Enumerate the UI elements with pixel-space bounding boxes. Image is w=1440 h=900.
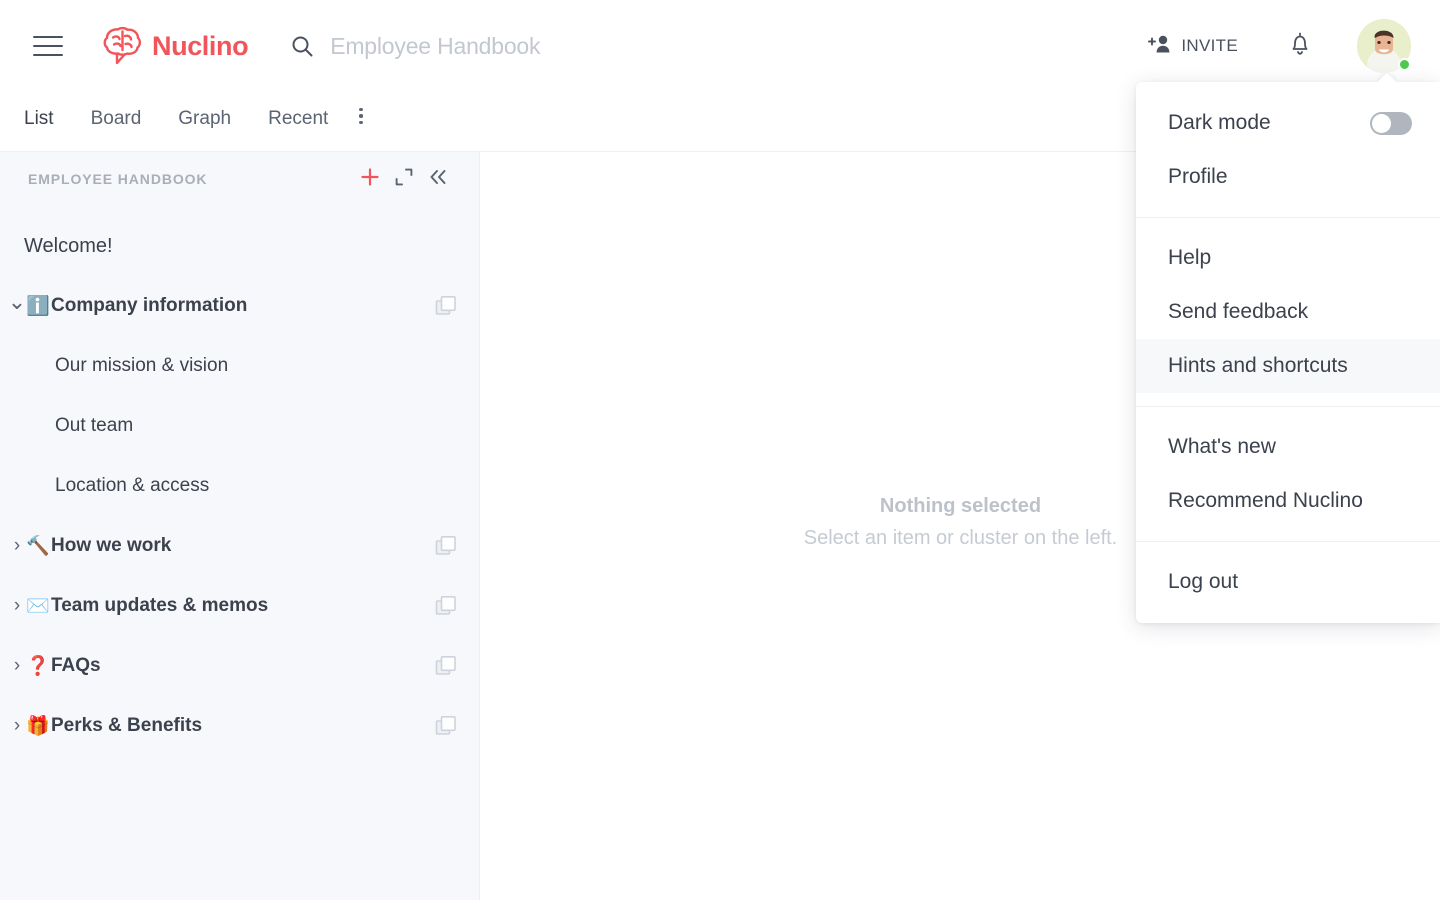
- status-badge-online: [1398, 58, 1411, 71]
- sidebar-tree: Welcome! ⌄ ℹ️ Company information Our missio…: [0, 206, 479, 756]
- expand-button[interactable]: [387, 162, 421, 196]
- sidebar: EMPLOYEE HANDBOOK Welcome! ⌄ ℹ️ Company …: [0, 152, 480, 900]
- tab-recent[interactable]: Recent: [268, 92, 328, 130]
- menu-caret: [1377, 73, 1397, 83]
- sidebar-header: EMPLOYEE HANDBOOK: [0, 152, 479, 206]
- row-emoji-icon: 🔨: [26, 534, 50, 557]
- search-icon: [290, 34, 314, 58]
- cluster-stack-icon[interactable]: [435, 595, 457, 617]
- sidebar-item-label: Company information: [51, 295, 248, 316]
- row-emoji-icon: ❓: [26, 654, 50, 677]
- cluster-stack-icon[interactable]: [435, 295, 457, 317]
- menu-item-label: Dark mode: [1168, 111, 1271, 134]
- invite-label: INVITE: [1181, 36, 1238, 55]
- chevrons-left-icon: [427, 167, 449, 192]
- menu-item-recommend-nuclino[interactable]: Recommend Nuclino: [1136, 474, 1440, 528]
- menu-divider: [1136, 541, 1440, 542]
- menu-item-whats-new[interactable]: What's new: [1136, 420, 1440, 474]
- menu-divider: [1136, 217, 1440, 218]
- sidebar-item-row[interactable]: Welcome!: [0, 216, 479, 276]
- sidebar-item-label: FAQs: [51, 655, 101, 676]
- search-input[interactable]: Employee Handbook: [290, 32, 541, 60]
- tab-label: Board: [90, 108, 142, 129]
- row-emoji-icon: 🎁: [26, 714, 50, 737]
- chevron-right-icon[interactable]: ›: [8, 595, 26, 617]
- menu-item-label: Help: [1168, 246, 1212, 269]
- menu-item-help[interactable]: Help: [1136, 231, 1440, 285]
- add-item-button[interactable]: [353, 162, 387, 196]
- invite-button[interactable]: INVITE: [1148, 33, 1238, 60]
- sidebar-title: EMPLOYEE HANDBOOK: [28, 171, 208, 187]
- cluster-stack-icon[interactable]: [435, 535, 457, 557]
- sidebar-item-label: Welcome!: [24, 234, 113, 257]
- chevron-right-icon[interactable]: ›: [8, 535, 26, 557]
- menu-item-hints-and-shortcuts[interactable]: Hints and shortcuts: [1136, 339, 1440, 393]
- menu-item-label: Recommend Nuclino: [1168, 489, 1363, 512]
- cluster-stack-icon[interactable]: [435, 655, 457, 677]
- hamburger-icon[interactable]: [33, 36, 63, 56]
- more-vertical-icon[interactable]: [359, 92, 364, 124]
- row-emoji-icon: ✉️: [26, 594, 50, 617]
- menu-item-label: Log out: [1168, 570, 1239, 593]
- brand-logo[interactable]: Nuclino: [100, 26, 249, 66]
- sidebar-cluster-row[interactable]: › ❓ FAQs: [0, 636, 479, 696]
- empty-state-title: Nothing selected: [879, 494, 1042, 517]
- menu-item-label: Send feedback: [1168, 300, 1309, 323]
- notifications-button[interactable]: [1288, 31, 1312, 62]
- menu-divider: [1136, 406, 1440, 407]
- sidebar-item-row[interactable]: Our mission & vision: [0, 336, 479, 396]
- tab-board[interactable]: Board: [91, 92, 142, 130]
- search-placeholder: Employee Handbook: [330, 32, 541, 59]
- menu-item-profile[interactable]: Profile: [1136, 150, 1440, 204]
- sidebar-item-label: Location & access: [55, 475, 210, 496]
- tab-list[interactable]: List: [24, 92, 54, 170]
- sidebar-item-row[interactable]: Location & access: [0, 456, 479, 516]
- menu-item-send-feedback[interactable]: Send feedback: [1136, 285, 1440, 339]
- tab-label: List: [24, 108, 54, 129]
- chevron-down-icon[interactable]: ⌄: [8, 289, 26, 315]
- bell-icon: [1288, 31, 1312, 62]
- sidebar-cluster-row[interactable]: › 🎁 Perks & Benefits: [0, 696, 479, 756]
- menu-item-label: Hints and shortcuts: [1168, 354, 1348, 377]
- account-menu: Dark mode Profile Help Send feedback Hin…: [1136, 82, 1440, 623]
- nuclino-brain-logo-icon: [100, 26, 144, 66]
- chevron-right-icon[interactable]: ›: [8, 715, 26, 737]
- sidebar-cluster-row[interactable]: › ✉️ Team updates & memos: [0, 576, 479, 636]
- menu-item-label: Profile: [1168, 165, 1228, 188]
- sidebar-cluster-row[interactable]: › 🔨 How we work: [0, 516, 479, 576]
- dark-mode-toggle[interactable]: [1370, 111, 1412, 135]
- empty-state-subtitle: Select an item or cluster on the left.: [803, 526, 1118, 549]
- tab-label: Graph: [178, 108, 232, 129]
- sidebar-item-label: Out team: [55, 415, 134, 436]
- chevron-right-icon[interactable]: ›: [8, 655, 26, 677]
- sidebar-item-row[interactable]: Out team: [0, 396, 479, 456]
- add-person-icon: [1148, 33, 1174, 60]
- cluster-stack-icon[interactable]: [435, 715, 457, 737]
- sidebar-cluster-row[interactable]: ⌄ ℹ️ Company information: [0, 276, 479, 336]
- menu-item-log-out[interactable]: Log out: [1136, 555, 1440, 609]
- empty-state: Nothing selected Select an item or clust…: [804, 495, 1118, 550]
- avatar[interactable]: [1357, 19, 1411, 73]
- collapse-sidebar-button[interactable]: [421, 162, 455, 196]
- sidebar-item-label: Our mission & vision: [55, 355, 229, 376]
- sidebar-item-label: Perks & Benefits: [51, 715, 203, 736]
- app-window: Nuclino Employee Handbook INVITE List Bo…: [0, 0, 1440, 900]
- row-emoji-icon: ℹ️: [26, 294, 50, 317]
- menu-item-label: What's new: [1168, 435, 1276, 458]
- expand-icon: [394, 167, 414, 192]
- sidebar-item-label: How we work: [51, 535, 172, 556]
- top-header: Nuclino Employee Handbook INVITE: [0, 0, 1440, 92]
- tab-graph[interactable]: Graph: [178, 92, 231, 130]
- menu-item-dark-mode[interactable]: Dark mode: [1136, 96, 1440, 150]
- tab-label: Recent: [268, 108, 329, 129]
- brand-name: Nuclino: [152, 30, 249, 61]
- plus-icon: [359, 166, 381, 193]
- sidebar-item-label: Team updates & memos: [51, 595, 269, 616]
